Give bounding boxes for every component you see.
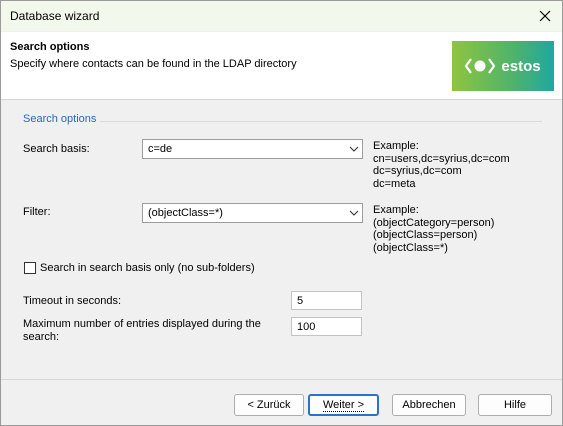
filter-value: (objectClass=*) [148, 207, 223, 219]
footer-divider [1, 379, 562, 380]
next-button[interactable]: Weiter > [308, 394, 379, 416]
group-divider [100, 121, 542, 122]
database-wizard-dialog: Database wizard Search options Specify w… [0, 0, 563, 426]
logo-text: estos [501, 57, 541, 75]
close-button[interactable] [534, 5, 556, 27]
page-subtitle: Specify where contacts can be found in t… [10, 58, 297, 70]
title-bar[interactable]: Database wizard [1, 1, 562, 31]
estos-logo: estos [452, 41, 554, 91]
timeout-input[interactable]: 5 [291, 291, 362, 310]
next-button-label: Weiter > [322, 398, 365, 412]
max-entries-input[interactable]: 100 [291, 317, 362, 336]
chevron-down-icon[interactable] [346, 146, 362, 152]
close-icon [539, 10, 551, 22]
chevron-down-icon[interactable] [346, 210, 362, 216]
filter-combobox[interactable]: (objectClass=*) [142, 203, 363, 223]
search-basis-value: c=de [148, 143, 173, 155]
back-button-label: < Zurück [247, 399, 291, 411]
wizard-header: Search options Specify where contacts ca… [1, 32, 562, 100]
back-button[interactable]: < Zurück [234, 394, 304, 416]
cancel-button[interactable]: Abbrechen [392, 394, 466, 416]
filter-label: Filter: [23, 206, 51, 218]
filter-example: Example: (objectCategory=person) (object… [373, 204, 495, 254]
search-basis-only-checkbox[interactable] [24, 262, 36, 274]
search-basis-example: Example: cn=users,dc=syrius,dc=com dc=sy… [373, 140, 510, 190]
search-basis-label: Search basis: [23, 143, 90, 155]
timeout-label: Timeout in seconds: [23, 295, 122, 307]
group-title: Search options [23, 113, 97, 125]
max-entries-label: Maximum number of entries displayed duri… [23, 318, 261, 343]
help-button[interactable]: Hilfe [478, 394, 552, 416]
search-basis-combobox[interactable]: c=de [142, 139, 363, 159]
window-title: Database wizard [10, 9, 100, 23]
help-button-label: Hilfe [503, 399, 526, 411]
cancel-button-label: Abbrechen [402, 399, 456, 411]
page-title: Search options [10, 41, 90, 53]
estos-logo-icon [465, 58, 496, 74]
search-basis-only-option[interactable]: Search in search basis only (no sub-fold… [24, 262, 255, 274]
search-basis-only-label[interactable]: Search in search basis only (no sub-fold… [40, 262, 255, 274]
